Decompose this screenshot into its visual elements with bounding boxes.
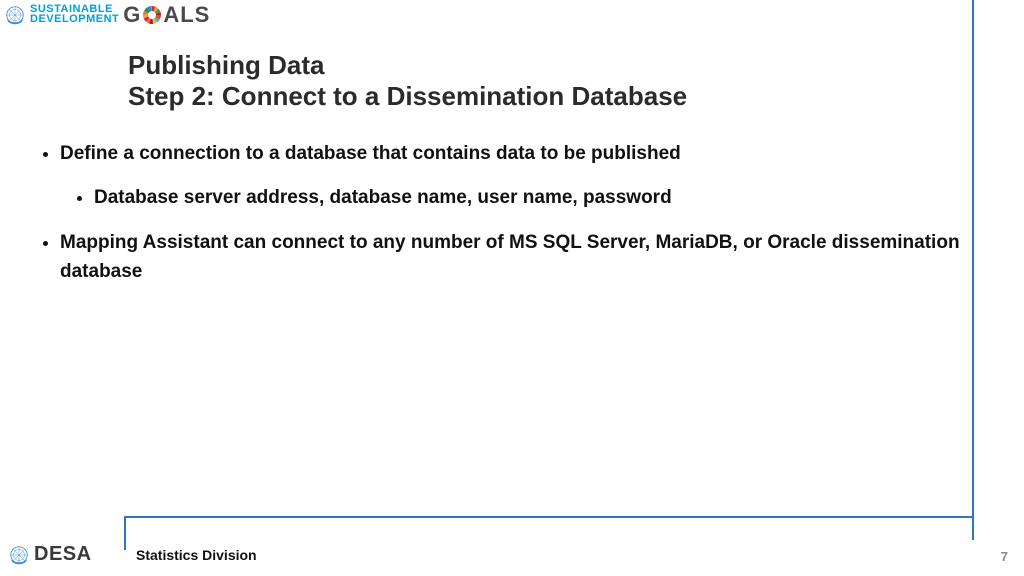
page-number: 7 — [1001, 549, 1008, 564]
goals-word: G — [123, 2, 210, 28]
footer-division: Statistics Division — [136, 547, 257, 563]
goals-g: G — [123, 2, 141, 28]
sdg-logo: SUSTAINABLE DEVELOPMENT G — [4, 2, 210, 28]
sdg-text: SUSTAINABLE DEVELOPMENT — [30, 5, 119, 25]
sdg-line2: DEVELOPMENT — [30, 15, 119, 25]
slide: SUSTAINABLE DEVELOPMENT G — [0, 0, 1024, 576]
bullet-1-text: Define a connection to a database that c… — [60, 143, 681, 164]
sdg-wheel-icon — [142, 5, 162, 25]
footer-bar — [124, 516, 974, 540]
title-line1: Publishing Data — [128, 50, 687, 81]
footer-left-rule — [124, 518, 126, 550]
bullet-2: Mapping Assistant can connect to any num… — [60, 229, 964, 286]
title-line2: Step 2: Connect to a Dissemination Datab… — [128, 81, 687, 112]
desa-logo: DESA — [8, 543, 92, 566]
body-content: Define a connection to a database that c… — [36, 140, 964, 304]
bullet-1-sub1: Database server address, database name, … — [94, 185, 964, 212]
un-emblem-icon — [8, 544, 30, 566]
title-block: Publishing Data Step 2: Connect to a Dis… — [128, 50, 687, 112]
goals-als: ALS — [163, 2, 210, 28]
bullet-1-sublist: Database server address, database name, … — [60, 185, 964, 212]
right-accent-line — [972, 0, 974, 540]
bullet-list: Define a connection to a database that c… — [36, 140, 964, 286]
bullet-1: Define a connection to a database that c… — [60, 140, 964, 211]
un-emblem-icon — [4, 4, 26, 26]
desa-word: DESA — [34, 543, 92, 566]
